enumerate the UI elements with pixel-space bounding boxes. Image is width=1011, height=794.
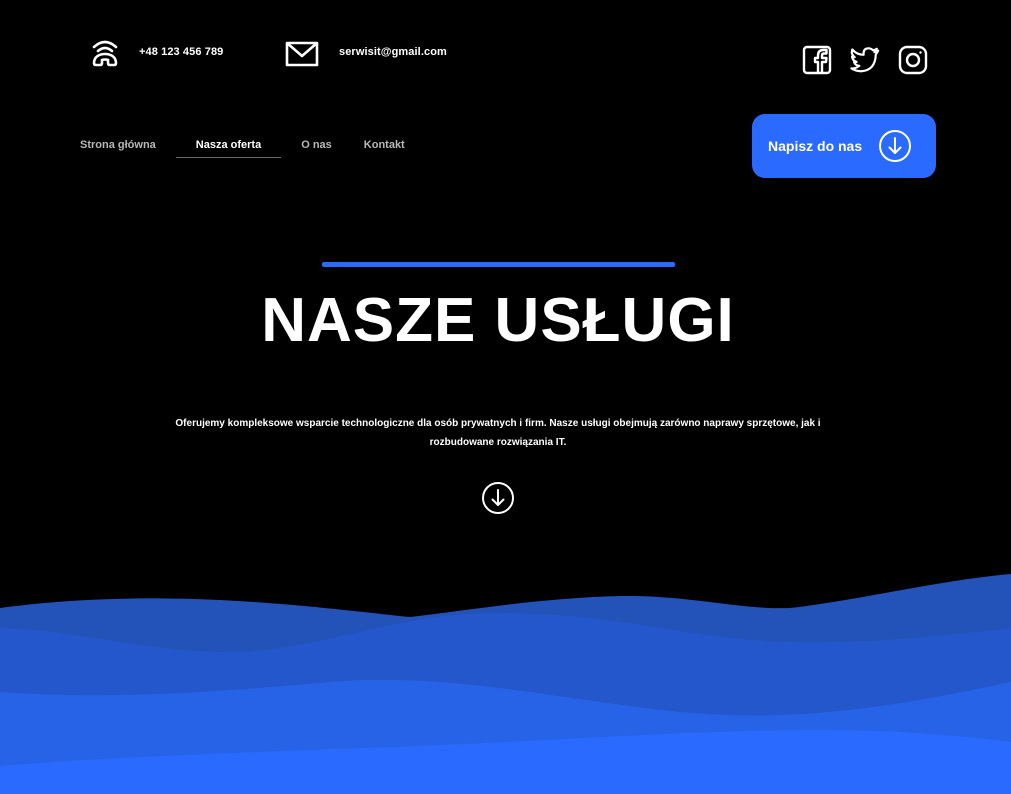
phone-signal-icon [88, 38, 122, 70]
hero-description: Oferujemy kompleksowe wsparcie technolog… [175, 418, 821, 448]
contact-us-button[interactable]: Napisz do nas [752, 114, 936, 178]
page: +48 123 456 789 serwisit@gmail.com Stron… [0, 0, 1011, 794]
phone-number: +48 123 456 789 [139, 46, 224, 58]
title-accent-bar [322, 262, 675, 267]
nav-item-nasza-oferta[interactable]: Nasza oferta [175, 135, 282, 158]
social-links [802, 43, 928, 76]
page-title: NASZE USŁUGI [261, 286, 735, 355]
email-address: serwisit@gmail.com [339, 46, 447, 58]
facebook-icon[interactable] [802, 43, 832, 76]
main-nav: Strona główna Nasza oferta O nas Kontakt [68, 135, 425, 158]
twitter-icon[interactable] [850, 43, 880, 76]
envelope-icon [285, 38, 319, 70]
contact-us-label: Napisz do nas [768, 138, 863, 154]
scroll-down-button[interactable] [481, 481, 515, 515]
arrow-down-circle-icon [481, 481, 515, 515]
nav-item-kontakt[interactable]: Kontakt [352, 135, 417, 158]
email-contact[interactable]: serwisit@gmail.com [285, 38, 447, 70]
instagram-icon[interactable] [898, 43, 928, 76]
phone-contact[interactable]: +48 123 456 789 [88, 38, 223, 70]
nav-item-strona-glowna[interactable]: Strona główna [68, 135, 168, 158]
arrow-down-circle-icon [878, 129, 912, 163]
decorative-waves [0, 574, 1011, 794]
nav-item-o-nas[interactable]: O nas [289, 135, 344, 158]
